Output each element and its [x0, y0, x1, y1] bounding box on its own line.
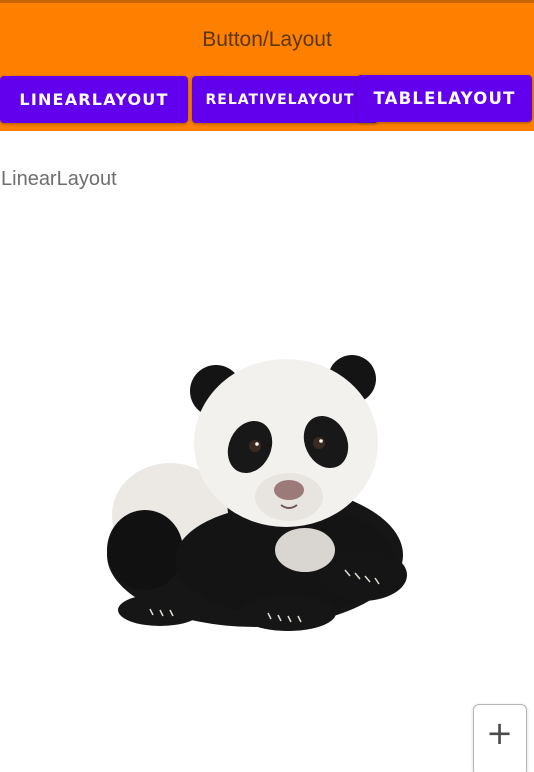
panda-image: [107, 355, 407, 631]
section-label: LinearLayout: [1, 168, 117, 190]
add-button[interactable]: +: [473, 704, 527, 772]
status-shadow: [0, 0, 534, 3]
linearlayout-button[interactable]: LINEARLAYOUT: [0, 76, 188, 123]
tablelayout-button[interactable]: TABLELAYOUT: [357, 75, 532, 122]
relativelayout-button[interactable]: RELATIVELAYOUT: [192, 76, 378, 123]
app-screen: Button/Layout LINEARLAYOUT RELATIVELAYOU…: [0, 0, 534, 772]
page-title: Button/Layout: [202, 28, 332, 51]
plus-icon: +: [486, 714, 513, 752]
